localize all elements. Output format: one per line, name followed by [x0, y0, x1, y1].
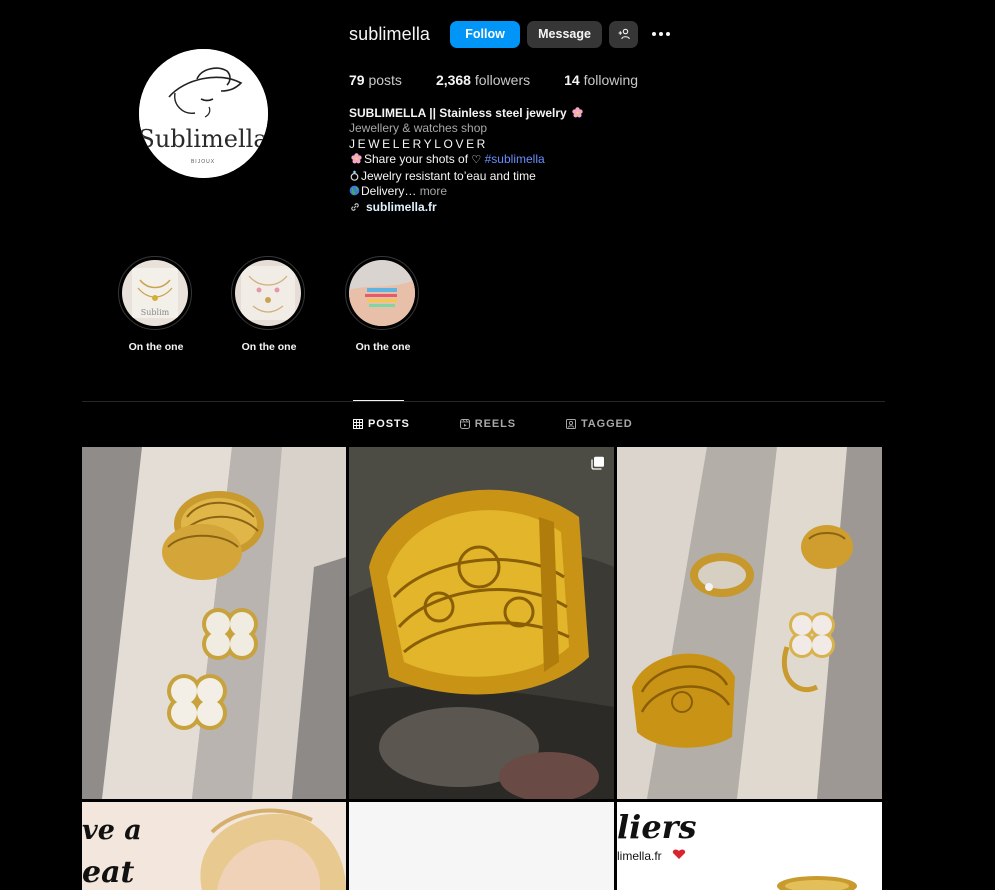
- bio-name-line: SUBLIMELLA || Stainless steel jewelry: [349, 106, 585, 121]
- bio-resistant-text: Jewelry resistant to’eau and time: [361, 168, 536, 183]
- profile-page: Sublimella BIJOUX sublimella Follow Mess…: [0, 0, 995, 890]
- username: sublimella: [349, 23, 431, 44]
- profile-header-row: sublimella Follow Message: [349, 20, 672, 48]
- post-quote-portrait[interactable]: ve a eat: [82, 802, 346, 890]
- ring-icon: [350, 170, 359, 181]
- post-text-line1: ve a: [82, 815, 142, 846]
- bio-name: SUBLIMELLA || Stainless steel jewelry: [349, 106, 567, 120]
- message-button[interactable]: Message: [527, 20, 603, 48]
- follow-button[interactable]: Follow: [450, 20, 521, 48]
- followers-stat[interactable]: 2,368 followers: [436, 72, 530, 88]
- carousel-icon: [591, 456, 604, 470]
- white-heart-icon: ♡: [471, 154, 482, 167]
- sublimella-logo: Sublimella BIJOUX: [139, 49, 268, 178]
- highlight-thumbnail: [349, 260, 415, 326]
- story-highlight-2[interactable]: On the one: [231, 256, 307, 353]
- post-rings-set[interactable]: [617, 447, 882, 799]
- tagged-icon: [565, 419, 576, 429]
- post-filigree-ring[interactable]: [349, 447, 614, 799]
- followers-count: 2,368: [435, 72, 471, 88]
- posts-count: 79: [349, 72, 365, 88]
- profile-stats: 79 posts 2,368 followers 14 following: [349, 72, 672, 88]
- profile-tabs: POSTS REELS TAGGED: [353, 418, 683, 430]
- bio-line-resistant: Jewelry resistant to’eau and time: [349, 169, 585, 184]
- avatar-logo-text: Sublimella: [139, 125, 268, 153]
- more-options-button[interactable]: [650, 21, 672, 48]
- suggest-users-button[interactable]: [609, 20, 639, 48]
- highlight-ring: [231, 256, 305, 330]
- add-user-icon: [618, 28, 630, 40]
- bio-website-line: sublimella.fr: [349, 200, 585, 215]
- grid-icon: [353, 419, 363, 429]
- highlight-label: On the one: [355, 341, 411, 353]
- cherry-blossom-icon: [351, 153, 362, 164]
- post-image: [349, 802, 614, 890]
- highlight-label: On the one: [241, 341, 297, 353]
- following-count: 14: [564, 72, 580, 88]
- bio-more-link[interactable]: more: [420, 184, 447, 198]
- bio-category: Jewellery & watches shop: [349, 121, 488, 136]
- followers-label: followers: [474, 72, 531, 88]
- post-text-line2: eat: [82, 855, 135, 890]
- profile-bio: SUBLIMELLA || Stainless steel jewelry Je…: [349, 106, 585, 216]
- post-image: liers limella.fr: [617, 802, 882, 890]
- bio-hashtag-link[interactable]: #sublimella: [485, 152, 545, 166]
- reels-icon: [459, 419, 470, 429]
- tab-tagged-label: TAGGED: [580, 418, 633, 430]
- highlight-ring: [345, 256, 419, 330]
- post-image: [617, 447, 882, 799]
- tab-posts-label: POSTS: [368, 418, 410, 430]
- profile-avatar[interactable]: Sublimella BIJOUX: [139, 49, 268, 178]
- cherry-blossom-icon: [572, 107, 583, 118]
- posts-label: posts: [368, 72, 402, 88]
- tab-tagged[interactable]: TAGGED: [565, 418, 633, 430]
- post-text-line1: liers: [617, 808, 697, 846]
- post-ateliers[interactable]: liers limella.fr: [617, 802, 882, 890]
- highlight-ring: Sublim: [118, 256, 192, 330]
- tab-reels[interactable]: REELS: [459, 418, 516, 430]
- website-link[interactable]: sublimella.fr: [366, 200, 437, 214]
- highlight-label: On the one: [128, 341, 184, 353]
- active-tab-indicator: [353, 400, 404, 401]
- post-image: ve a eat: [82, 802, 346, 890]
- bio-line-share: Share your shots of ♡ #sublimella: [349, 152, 585, 168]
- post-earrings[interactable]: [82, 447, 346, 799]
- bio-share-text: Share your shots of: [364, 152, 469, 167]
- bio-line-delivery: Delivery… more: [349, 184, 585, 199]
- posts-stat: 79 posts: [349, 72, 402, 88]
- post-white[interactable]: [349, 802, 614, 890]
- svg-text:Sublim: Sublim: [141, 308, 170, 317]
- post-text-line2: limella.fr: [617, 849, 662, 863]
- link-icon: [351, 203, 359, 212]
- story-highlight-3[interactable]: On the one: [345, 256, 421, 353]
- avatar-logo-subtext: BIJOUX: [191, 159, 215, 165]
- more-icon: [652, 32, 671, 36]
- following-label: following: [583, 72, 639, 88]
- tab-reels-label: REELS: [474, 418, 516, 430]
- highlight-thumbnail: [235, 260, 301, 326]
- post-image: [349, 447, 614, 799]
- story-highlight-1[interactable]: Sublim On the one: [118, 256, 194, 353]
- tab-posts[interactable]: POSTS: [353, 418, 410, 430]
- highlight-thumbnail: Sublim: [122, 260, 188, 326]
- bio-line-jewelerylover: JEWELERYLOVER: [349, 136, 488, 151]
- tabs-divider: [82, 401, 885, 402]
- post-image: [82, 447, 346, 799]
- globe-icon: [349, 185, 360, 196]
- bio-delivery-text: Delivery…: [361, 184, 417, 199]
- following-stat[interactable]: 14 following: [564, 72, 638, 88]
